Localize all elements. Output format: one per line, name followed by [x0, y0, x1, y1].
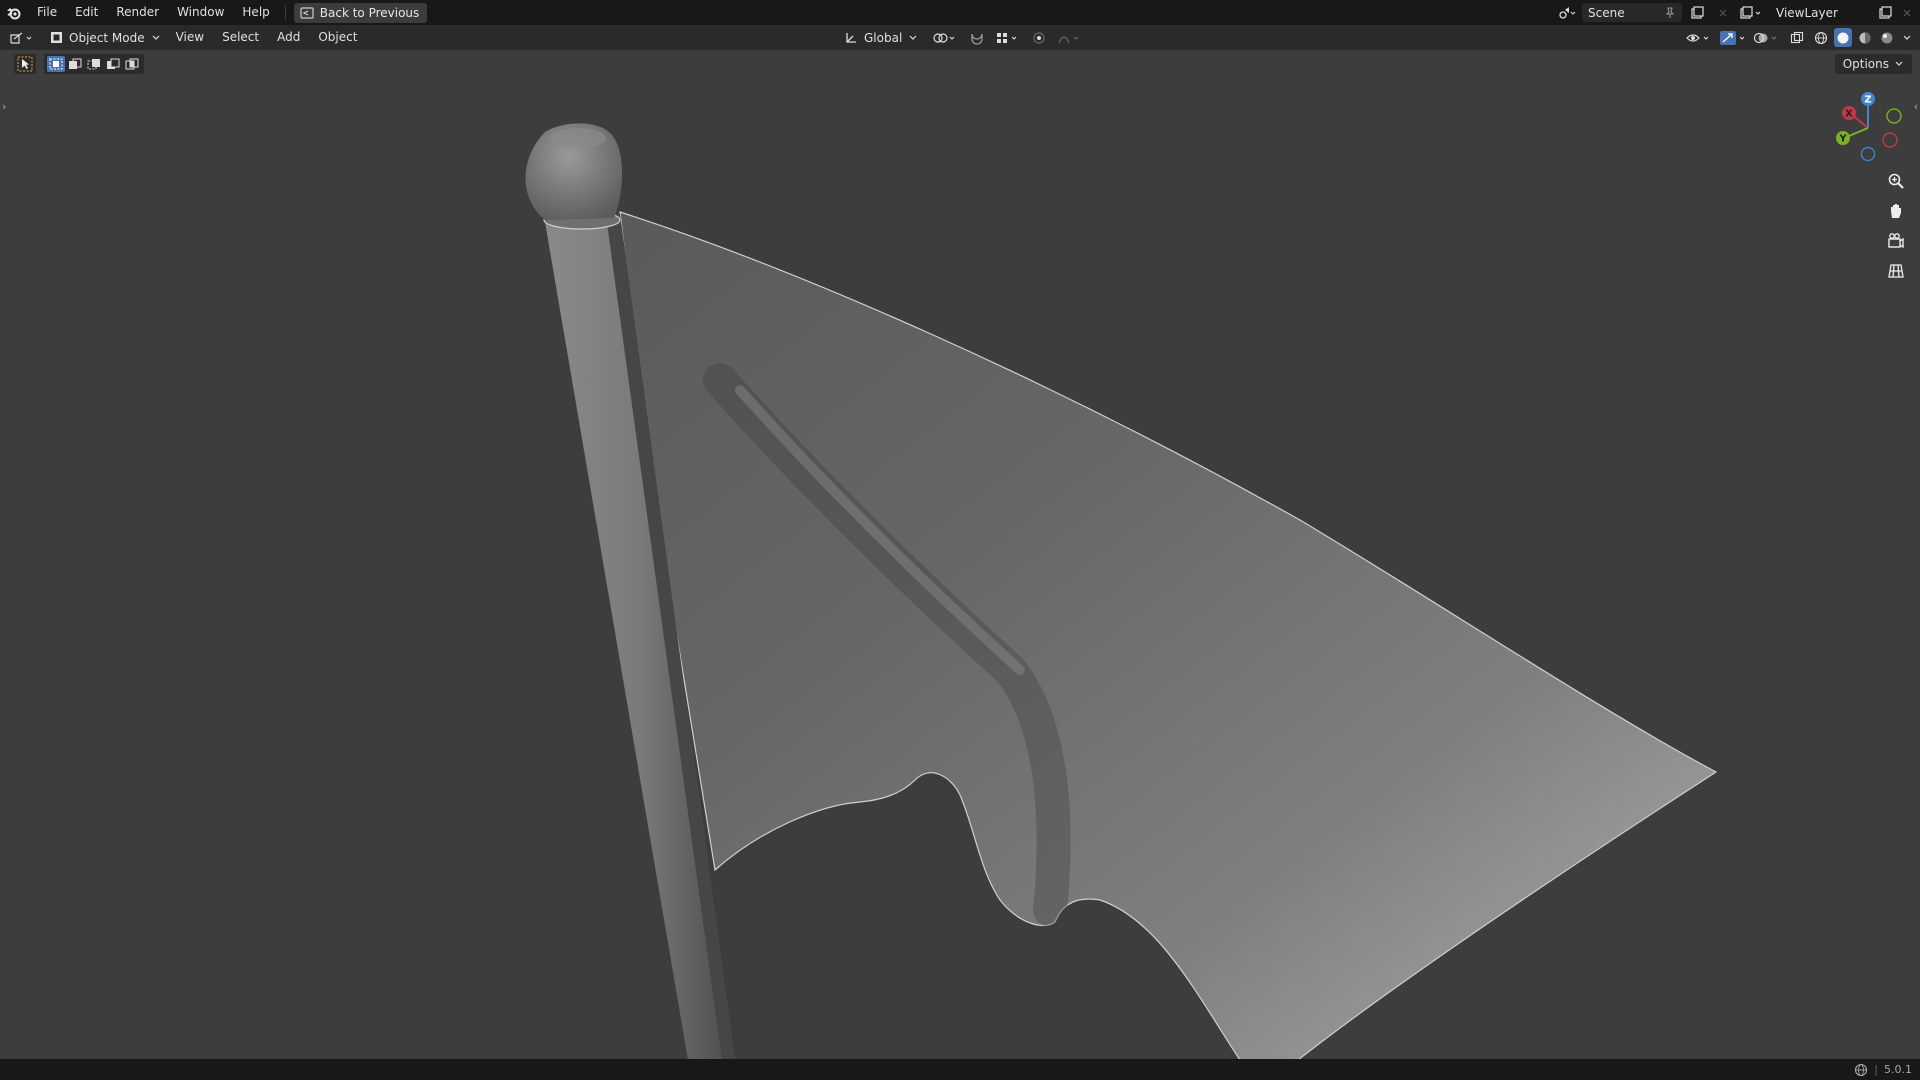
- back-to-previous-label: Back to Previous: [319, 5, 420, 20]
- screen-back-icon: [300, 6, 314, 19]
- transform-controls: Global: [838, 25, 1084, 50]
- status-divider: |: [1874, 1063, 1878, 1076]
- version-text: 5.0.1: [1884, 1063, 1912, 1076]
- flag-model: [525, 123, 1718, 1060]
- gizmo-neg-z-icon[interactable]: [1860, 146, 1876, 162]
- delete-scene-icon[interactable]: [1712, 3, 1734, 22]
- menu-add[interactable]: Add: [268, 25, 309, 50]
- zoom-view-button[interactable]: [1883, 168, 1909, 194]
- shading-solid-icon[interactable]: [1834, 28, 1852, 47]
- new-scene-icon[interactable]: [1686, 3, 1708, 22]
- delete-view-layer-icon[interactable]: [1900, 3, 1914, 22]
- pivot-point-icon[interactable]: [930, 28, 960, 47]
- visibility-icon[interactable]: [1684, 28, 1714, 47]
- view-layer-selector-icon[interactable]: [1738, 3, 1766, 22]
- options-label: Options: [1842, 57, 1889, 71]
- scene-name-field[interactable]: Scene: [1582, 3, 1682, 22]
- sidebar-expand-icon[interactable]: ‹: [1914, 100, 1918, 113]
- menu-view[interactable]: View: [167, 25, 213, 50]
- menu-select[interactable]: Select: [213, 25, 268, 50]
- cursor-arrow-icon: [17, 56, 33, 72]
- gizmo-x-label: X: [1845, 109, 1853, 120]
- scene-name: Scene: [1588, 5, 1625, 20]
- shading-material-icon[interactable]: [1856, 28, 1874, 47]
- shading-wireframe-icon[interactable]: [1812, 28, 1830, 47]
- menu-help[interactable]: Help: [233, 0, 278, 25]
- xray-toggle-icon[interactable]: [1786, 28, 1808, 47]
- menu-render[interactable]: Render: [107, 0, 168, 25]
- object-mode-dropdown[interactable]: Object Mode: [44, 28, 167, 48]
- zoom-icon: [1888, 173, 1904, 189]
- menu-object[interactable]: Object: [309, 25, 366, 50]
- select-new-icon[interactable]: [47, 56, 65, 72]
- view-layer-name: ViewLayer: [1776, 5, 1838, 20]
- scene-selector-icon[interactable]: [1556, 3, 1578, 22]
- camera-icon: [1888, 233, 1904, 249]
- select-subtract-icon[interactable]: [85, 56, 103, 72]
- object-mode-label: Object Mode: [69, 30, 145, 45]
- top-bar: File Edit Render Window Help Back to Pre…: [0, 0, 1920, 25]
- topbar-right: Scene ViewLayer: [1556, 0, 1920, 25]
- select-invert-icon[interactable]: [104, 56, 122, 72]
- pin-icon[interactable]: [1664, 7, 1676, 19]
- hand-icon: [1891, 204, 1901, 218]
- viewport-display-controls: [1684, 25, 1914, 50]
- global-axes-icon: [846, 32, 856, 43]
- chevron-down-icon: [909, 35, 917, 40]
- navigation-gizmo[interactable]: Z X Y: [1820, 88, 1910, 168]
- menu-edit[interactable]: Edit: [66, 0, 107, 25]
- gizmo-z-label: Z: [1864, 95, 1871, 106]
- gizmo-neg-x-icon[interactable]: [1882, 132, 1898, 148]
- chevron-down-icon: [1895, 61, 1903, 66]
- orientation-label: Global: [864, 30, 903, 45]
- back-to-previous-button[interactable]: Back to Previous: [293, 2, 428, 23]
- grid-perspective-icon: [1888, 264, 1904, 278]
- chevron-down-icon: [152, 35, 160, 40]
- falloff-curve-icon[interactable]: [1056, 28, 1084, 47]
- object-mode-icon: [51, 32, 62, 43]
- toolbar-expand-icon[interactable]: ›: [2, 100, 6, 113]
- gizmo-neg-y-icon[interactable]: [1886, 108, 1902, 124]
- select-extend-icon[interactable]: [66, 56, 84, 72]
- tool-settings-row: [14, 54, 144, 74]
- viewport-header: Object Mode View Select Add Object Globa…: [0, 25, 1920, 50]
- shading-rendered-icon[interactable]: [1878, 28, 1896, 47]
- select-intersect-icon[interactable]: [123, 56, 141, 72]
- globe-icon: [1855, 1063, 1868, 1076]
- 3d-viewport[interactable]: [0, 50, 1920, 1060]
- gizmo-y-label: Y: [1838, 134, 1847, 145]
- proportional-editing-icon[interactable]: [1028, 28, 1050, 47]
- perspective-toggle-button[interactable]: [1883, 258, 1909, 284]
- snap-toggle-icon[interactable]: [966, 28, 988, 47]
- new-view-layer-icon[interactable]: [1874, 3, 1896, 22]
- main-menu: File Edit Render Window Help Back to Pre…: [0, 0, 428, 25]
- selection-mode-group: [44, 54, 144, 74]
- menu-file[interactable]: File: [28, 0, 66, 25]
- blender-logo-icon[interactable]: [0, 0, 28, 25]
- menu-separator: [284, 4, 286, 21]
- gizmo-toggle-icon[interactable]: [1718, 28, 1748, 47]
- select-tool-button[interactable]: [14, 54, 36, 74]
- status-bar: | 5.0.1: [0, 1059, 1920, 1080]
- shading-options-chevron-icon[interactable]: [1900, 28, 1914, 47]
- view-layer-field[interactable]: ViewLayer: [1770, 3, 1870, 22]
- snap-increment-icon[interactable]: [994, 28, 1022, 47]
- options-dropdown[interactable]: Options: [1834, 54, 1912, 74]
- overlays-toggle-icon[interactable]: [1752, 28, 1782, 47]
- menu-window[interactable]: Window: [168, 0, 233, 25]
- pan-view-button[interactable]: [1883, 198, 1909, 224]
- editor-type-icon[interactable]: [6, 28, 40, 47]
- orientation-dropdown[interactable]: Global: [838, 28, 924, 48]
- camera-view-button[interactable]: [1883, 228, 1909, 254]
